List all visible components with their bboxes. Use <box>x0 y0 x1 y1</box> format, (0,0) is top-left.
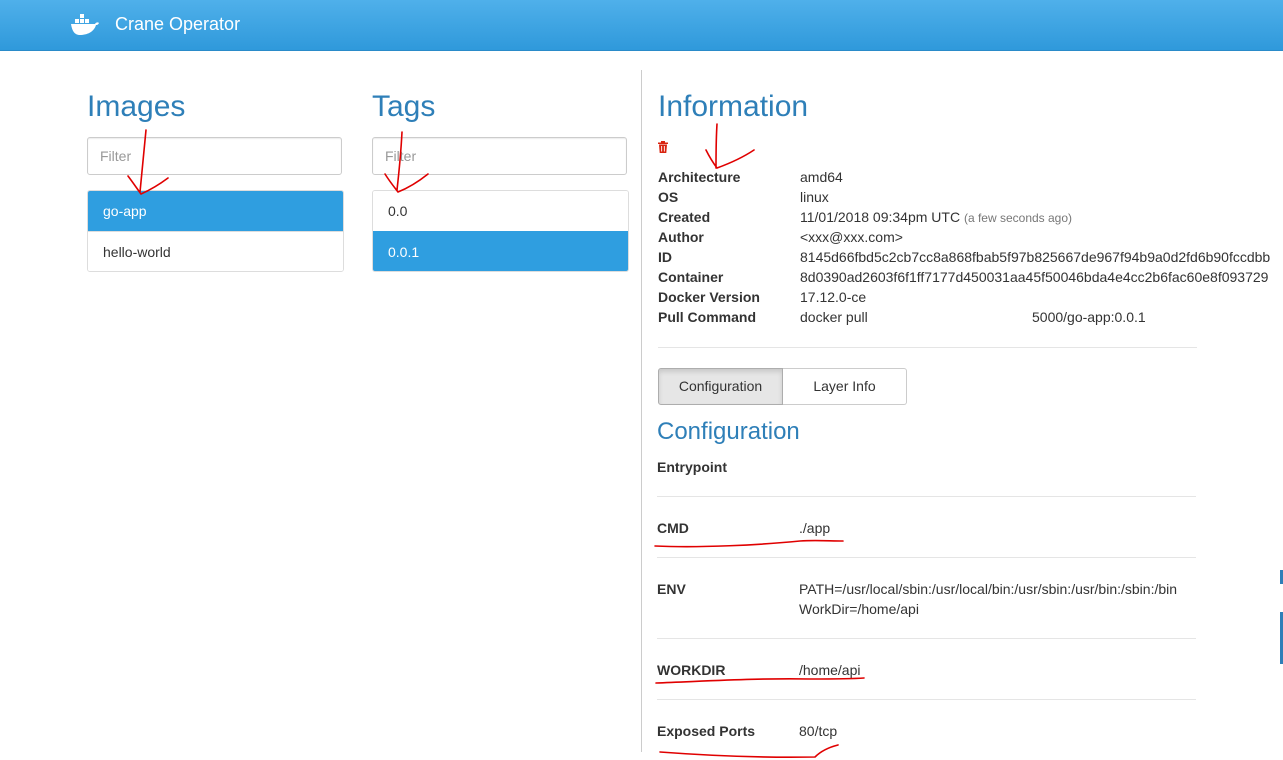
list-item-tag-0-0[interactable]: 0.0 <box>373 191 628 231</box>
list-item-go-app[interactable]: go-app <box>88 191 343 231</box>
list-item-hello-world[interactable]: hello-world <box>88 231 343 271</box>
config-value: PATH=/usr/local/sbin:/usr/local/bin:/usr… <box>799 581 1178 597</box>
config-key: CMD <box>657 520 689 536</box>
images-list: go-app hello-world <box>87 190 344 272</box>
underline-annotation <box>654 539 844 548</box>
trash-icon[interactable] <box>657 141 669 153</box>
images-filter-input[interactable] <box>87 137 342 175</box>
pull-command-target: 5000/go-app:0.0.1 <box>1032 309 1146 325</box>
config-value: 80/tcp <box>799 723 838 739</box>
config-key: WORKDIR <box>657 662 726 678</box>
divider <box>657 638 1196 639</box>
arrow-annotation <box>705 123 755 169</box>
information-title: Information <box>658 90 809 123</box>
info-key: Author <box>658 229 704 245</box>
divider <box>657 557 1196 558</box>
info-value: 8145d66fbd5c2cb7cc8a868fbab5f97b825667de… <box>800 249 1271 265</box>
created-date: 11/01/2018 09:34pm UTC <box>800 209 961 225</box>
config-key: ENV <box>657 581 686 597</box>
info-value: linux <box>800 189 829 205</box>
tab-bar: Configuration Layer Info <box>658 368 907 405</box>
tab-layer-info[interactable]: Layer Info <box>783 368 907 405</box>
underline-annotation <box>659 744 839 758</box>
info-value: 8d0390ad2603f6f1ff7177d450031aa45f50046b… <box>800 269 1269 285</box>
config-value: ./app <box>799 520 831 536</box>
config-key: Entrypoint <box>657 459 727 475</box>
info-value: amd64 <box>800 169 843 185</box>
config-key: Exposed Ports <box>657 723 756 739</box>
info-key: ID <box>658 249 672 265</box>
docker-whale-icon[interactable] <box>70 13 100 37</box>
info-key: Docker Version <box>658 289 760 305</box>
app-title[interactable]: Crane Operator <box>115 14 240 35</box>
info-value: <xxx@xxx.com> <box>800 229 903 245</box>
info-key: Container <box>658 269 724 285</box>
divider <box>657 496 1196 497</box>
tags-title: Tags <box>372 90 436 123</box>
config-value-line2: WorkDir=/home/api <box>799 601 919 617</box>
info-value: 17.12.0-ce <box>800 289 867 305</box>
tags-filter-input[interactable] <box>372 137 627 175</box>
navbar: Crane Operator <box>0 0 1283 51</box>
info-value: docker pull <box>800 309 868 325</box>
info-key: Created <box>658 209 711 225</box>
configuration-title: Configuration <box>657 418 800 445</box>
info-key: Pull Command <box>658 309 757 325</box>
tab-configuration[interactable]: Configuration <box>658 368 783 405</box>
divider <box>657 699 1196 700</box>
info-value: 11/01/2018 09:34pm UTC (a few seconds ag… <box>800 209 1072 226</box>
info-key: OS <box>658 189 679 205</box>
info-key: Architecture <box>658 169 741 185</box>
tags-list: 0.0 0.0.1 <box>372 190 629 272</box>
list-item-tag-0-0-1[interactable]: 0.0.1 <box>373 231 628 271</box>
divider <box>658 347 1197 348</box>
column-divider <box>641 70 642 752</box>
config-value: /home/api <box>799 662 861 678</box>
images-title: Images <box>87 90 186 123</box>
created-relative: (a few seconds ago) <box>963 211 1073 225</box>
